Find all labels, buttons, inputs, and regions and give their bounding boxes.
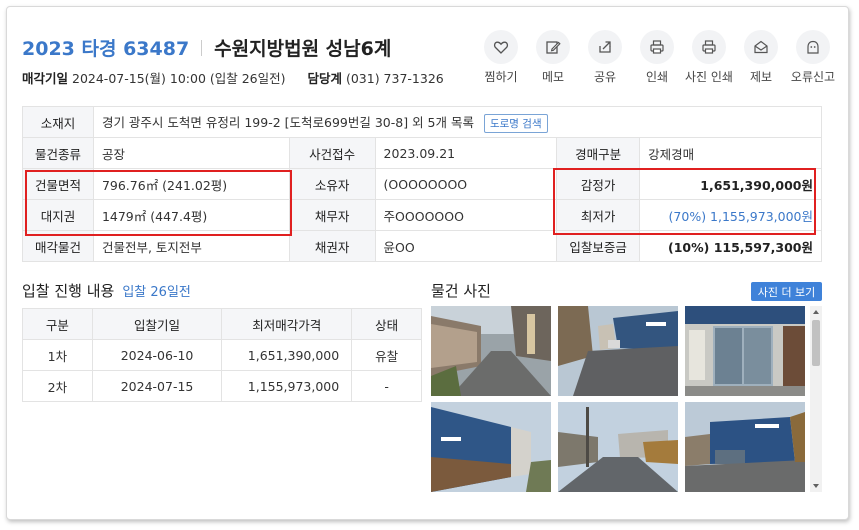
error-report-button[interactable]: 오류신고 (787, 30, 839, 85)
bid-history-table: 구분 입찰기일 최저매각가격 상태 1차 2024-06-10 1,651,39… (22, 308, 422, 402)
share-button[interactable]: 공유 (579, 30, 631, 85)
share-label: 공유 (593, 70, 617, 84)
manager-label: 담당계 (307, 71, 342, 86)
bid-section-title: 입찰 진행 내용 입찰 26일전 (22, 280, 191, 301)
edit-icon (546, 41, 561, 54)
column-header: 상태 (351, 308, 422, 340)
date-cell: 2024-06-10 (91, 339, 223, 371)
date-cell: 2024-07-15 (91, 370, 223, 402)
owner-value: (OOOOOOOO (374, 168, 558, 200)
report-icon (754, 40, 768, 54)
table-row: 2차 2024-07-15 1,155,973,000 - (22, 370, 422, 402)
scroll-thumb[interactable] (812, 320, 820, 366)
column-header: 입찰기일 (91, 308, 223, 340)
property-photo[interactable] (685, 306, 805, 396)
round-cell: 1차 (22, 339, 93, 371)
print-label: 인쇄 (645, 70, 669, 84)
column-header: 구분 (22, 308, 93, 340)
photo-print-button[interactable]: 사진 인쇄 (683, 30, 735, 85)
location-value: 경기 광주시 도척면 유정리 199-2 [도척로699번길 30-8] 외 5… (101, 114, 474, 130)
report-label: 제보 (749, 70, 773, 84)
error-report-label: 오류신고 (790, 70, 836, 84)
scroll-down-arrow-icon[interactable] (810, 480, 822, 492)
print-button[interactable]: 인쇄 (631, 30, 683, 85)
bid-subtitle: 입찰 26일전 (122, 285, 191, 300)
sale-date-value: 2024-07-15(월) 10:00 (입찰 26일전) (72, 71, 286, 86)
photo-print-label: 사진 인쇄 (685, 70, 733, 84)
price-cell: 1,155,973,000 (221, 370, 353, 402)
status-cell: - (351, 370, 422, 402)
creditor-label: 채권자 (288, 230, 376, 262)
action-toolbar: 찜하기 메모 공유 인쇄 사진 인쇄 제보 오류신고 (475, 30, 839, 85)
table-row: 물건종류 공장 사건접수 2023.09.21 경매구분 강제경매 (22, 137, 822, 169)
error-report-icon (807, 40, 819, 54)
case-number: 2023 타경 63487 (22, 38, 190, 60)
photo-section-title: 물건 사진 (431, 282, 491, 300)
deposit-label: 입찰보증금 (556, 230, 641, 262)
owner-label: 소유자 (288, 168, 376, 200)
price-highlight-box (553, 168, 816, 235)
debtor-value: 주OOOOOOO (374, 199, 558, 231)
area-highlight-box (25, 170, 292, 236)
column-header: 최저매각가격 (221, 308, 353, 340)
sale-date-label: 매각기일 (22, 71, 69, 86)
type-value: 공장 (92, 137, 290, 169)
price-cell: 1,651,390,000 (221, 339, 353, 371)
table-row: 소재지 경기 광주시 도척면 유정리 199-2 [도척로699번길 30-8]… (22, 106, 823, 138)
manager-phone: (031) 737-1326 (345, 71, 444, 86)
property-photo[interactable] (431, 306, 551, 396)
header-divider (201, 39, 203, 56)
road-search-button[interactable]: 도로명 검색 (483, 113, 548, 133)
deposit-value: (10%) 115,597,300원 (639, 230, 822, 262)
location-cell: 경기 광주시 도척면 유정리 199-2 [도척로699번길 30-8] 외 5… (92, 106, 823, 138)
property-photo[interactable] (558, 402, 678, 492)
auction-type-label: 경매구분 (556, 137, 641, 169)
received-label: 사건접수 (288, 137, 376, 169)
photo-print-icon (702, 40, 716, 54)
favorite-label: 찜하기 (484, 70, 518, 84)
received-value: 2023.09.21 (374, 137, 558, 169)
photo-scrollbar[interactable] (810, 306, 822, 492)
heart-icon (493, 41, 509, 54)
round-cell: 2차 (22, 370, 93, 402)
property-photo[interactable] (558, 306, 678, 396)
case-sub-info: 매각기일 2024-07-15(월) 10:00 (입찰 26일전) 담당계 (… (22, 68, 444, 87)
bid-title: 입찰 진행 내용 (22, 282, 115, 300)
location-label: 소재지 (22, 106, 94, 138)
court-name: 수원지방법원 성남6계 (214, 38, 392, 60)
scroll-up-arrow-icon[interactable] (810, 306, 822, 318)
memo-label: 메모 (541, 70, 565, 84)
table-header-row: 구분 입찰기일 최저매각가격 상태 (22, 308, 422, 340)
property-photo[interactable] (685, 402, 805, 492)
type-label: 물건종류 (22, 137, 94, 169)
report-button[interactable]: 제보 (735, 30, 787, 85)
property-photo[interactable] (431, 402, 551, 492)
more-photos-button[interactable]: 사진 더 보기 (751, 282, 822, 301)
creditor-value: 윤OO (374, 230, 558, 262)
debtor-label: 채무자 (288, 199, 376, 231)
favorite-button[interactable]: 찜하기 (475, 30, 527, 85)
photo-grid (431, 306, 807, 492)
status-cell: 유찰 (351, 339, 422, 371)
auction-type-value: 강제경매 (639, 137, 822, 169)
share-icon (599, 41, 611, 53)
memo-button[interactable]: 메모 (527, 30, 579, 85)
print-icon (650, 40, 664, 54)
case-header: 2023 타경 63487 수원지방법원 성남6계 (22, 34, 391, 61)
table-row: 1차 2024-06-10 1,651,390,000 유찰 (22, 339, 422, 371)
